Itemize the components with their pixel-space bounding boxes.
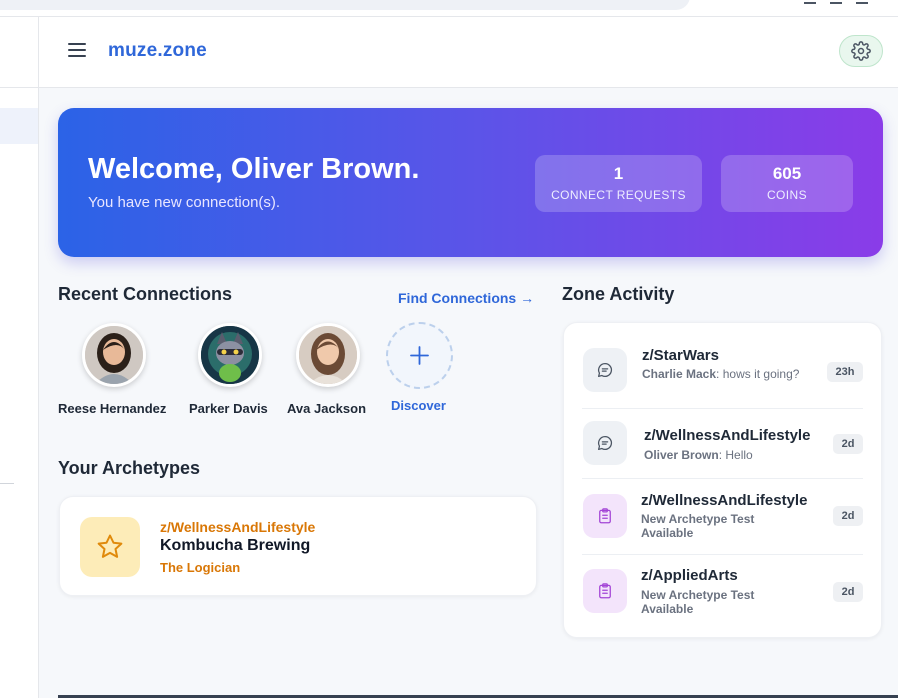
stat-label: CONNECT REQUESTS [551, 188, 686, 202]
chat-bubble-icon [597, 435, 613, 451]
connection-name[interactable]: Ava Jackson [287, 401, 366, 416]
welcome-title: Welcome, Oliver Brown. [88, 153, 420, 185]
extension-icon[interactable] [804, 0, 816, 4]
activity-icon-tile [583, 421, 627, 465]
activity-time-badge: 23h [827, 362, 863, 382]
star-icon [97, 534, 123, 558]
activity-author: Charlie Mack [642, 367, 717, 381]
activity-message: New Archetype Test Available [641, 512, 755, 540]
woman-portrait [85, 326, 143, 384]
avatar[interactable] [82, 323, 146, 387]
avatar[interactable] [296, 323, 360, 387]
activity-icon-tile [583, 569, 627, 613]
archetype-card[interactable]: z/WellnessAndLifestyle Kombucha Brewing … [59, 496, 537, 596]
chat-bubble-icon [597, 362, 613, 378]
raccoon-illustration [201, 326, 259, 384]
activity-text: : Hello [718, 448, 753, 462]
activity-icon-tile [583, 494, 627, 538]
hamburger-menu-icon[interactable] [68, 43, 86, 57]
connect-requests-stat[interactable]: 1 CONNECT REQUESTS [535, 155, 702, 212]
activity-icon-tile [583, 348, 627, 392]
archetype-type: The Logician [160, 560, 241, 575]
zone-activity-card: z/StarWars Charlie Mack: hows it going? … [563, 322, 882, 638]
sidebar-header [0, 17, 38, 88]
discover-label[interactable]: Discover [391, 398, 446, 413]
welcome-subtitle: You have new connection(s). [88, 194, 281, 211]
activity-time-badge: 2d [833, 434, 863, 454]
activity-item[interactable]: z/WellnessAndLifestyle New Archetype Tes… [582, 478, 863, 555]
activity-time-badge: 2d [833, 582, 863, 602]
activity-zone: z/WellnessAndLifestyle [641, 492, 808, 509]
browser-toolbar-icons [804, 0, 868, 4]
activity-message: Charlie Mack: hows it going? [642, 367, 802, 381]
address-bar[interactable] [0, 0, 690, 10]
clipboard-icon [599, 508, 611, 524]
browser-chrome-strip [0, 0, 898, 17]
plus-icon [410, 346, 429, 365]
coins-stat[interactable]: 605 COINS [721, 155, 853, 212]
settings-button[interactable] [839, 35, 883, 67]
activity-zone: z/WellnessAndLifestyle [644, 427, 811, 444]
activity-zone: z/AppliedArts [641, 567, 738, 584]
activity-zone: z/StarWars [642, 347, 719, 364]
activity-item[interactable]: z/AppliedArts New Archetype Test Availab… [582, 554, 863, 624]
connection-name[interactable]: Reese Hernandez [58, 401, 166, 416]
archetypes-title: Your Archetypes [58, 458, 201, 478]
stat-value: 605 [772, 164, 802, 183]
activity-author: Oliver Brown [644, 448, 719, 462]
activity-message: Oliver Brown: Hello [644, 448, 804, 462]
activity-message: New Archetype Test Available [641, 588, 755, 616]
discover-button[interactable] [386, 322, 453, 389]
sidebar-divider [0, 483, 14, 484]
sidebar [0, 17, 39, 698]
profile-icon[interactable] [856, 0, 868, 4]
archetype-zone: z/WellnessAndLifestyle [160, 519, 316, 535]
activity-item[interactable]: z/StarWars Charlie Mack: hows it going? … [582, 341, 863, 409]
welcome-banner: Welcome, Oliver Brown. You have new conn… [58, 108, 883, 257]
extension-icon[interactable] [830, 0, 842, 4]
find-connections-link[interactable]: Find Connections → [398, 290, 534, 306]
zone-activity-title: Zone Activity [562, 284, 675, 304]
app-logo[interactable]: muze.zone [108, 40, 207, 62]
activity-text: : hows it going? [716, 367, 800, 381]
stat-label: COINS [766, 188, 807, 202]
activity-time-badge: 2d [833, 506, 863, 526]
archetype-icon-tile [80, 517, 140, 577]
sidebar-item-active[interactable] [0, 108, 38, 144]
recent-connections-title: Recent Connections [58, 284, 233, 304]
gear-icon [851, 41, 871, 61]
avatar[interactable] [198, 323, 262, 387]
woman-portrait [299, 326, 357, 384]
stat-value: 1 [613, 164, 624, 183]
clipboard-icon [599, 583, 611, 599]
activity-item[interactable]: z/WellnessAndLifestyle Oliver Brown: Hel… [582, 408, 863, 479]
archetype-name: Kombucha Brewing [160, 537, 311, 554]
top-bar: muze.zone [39, 17, 898, 88]
connection-name[interactable]: Parker Davis [189, 401, 268, 416]
